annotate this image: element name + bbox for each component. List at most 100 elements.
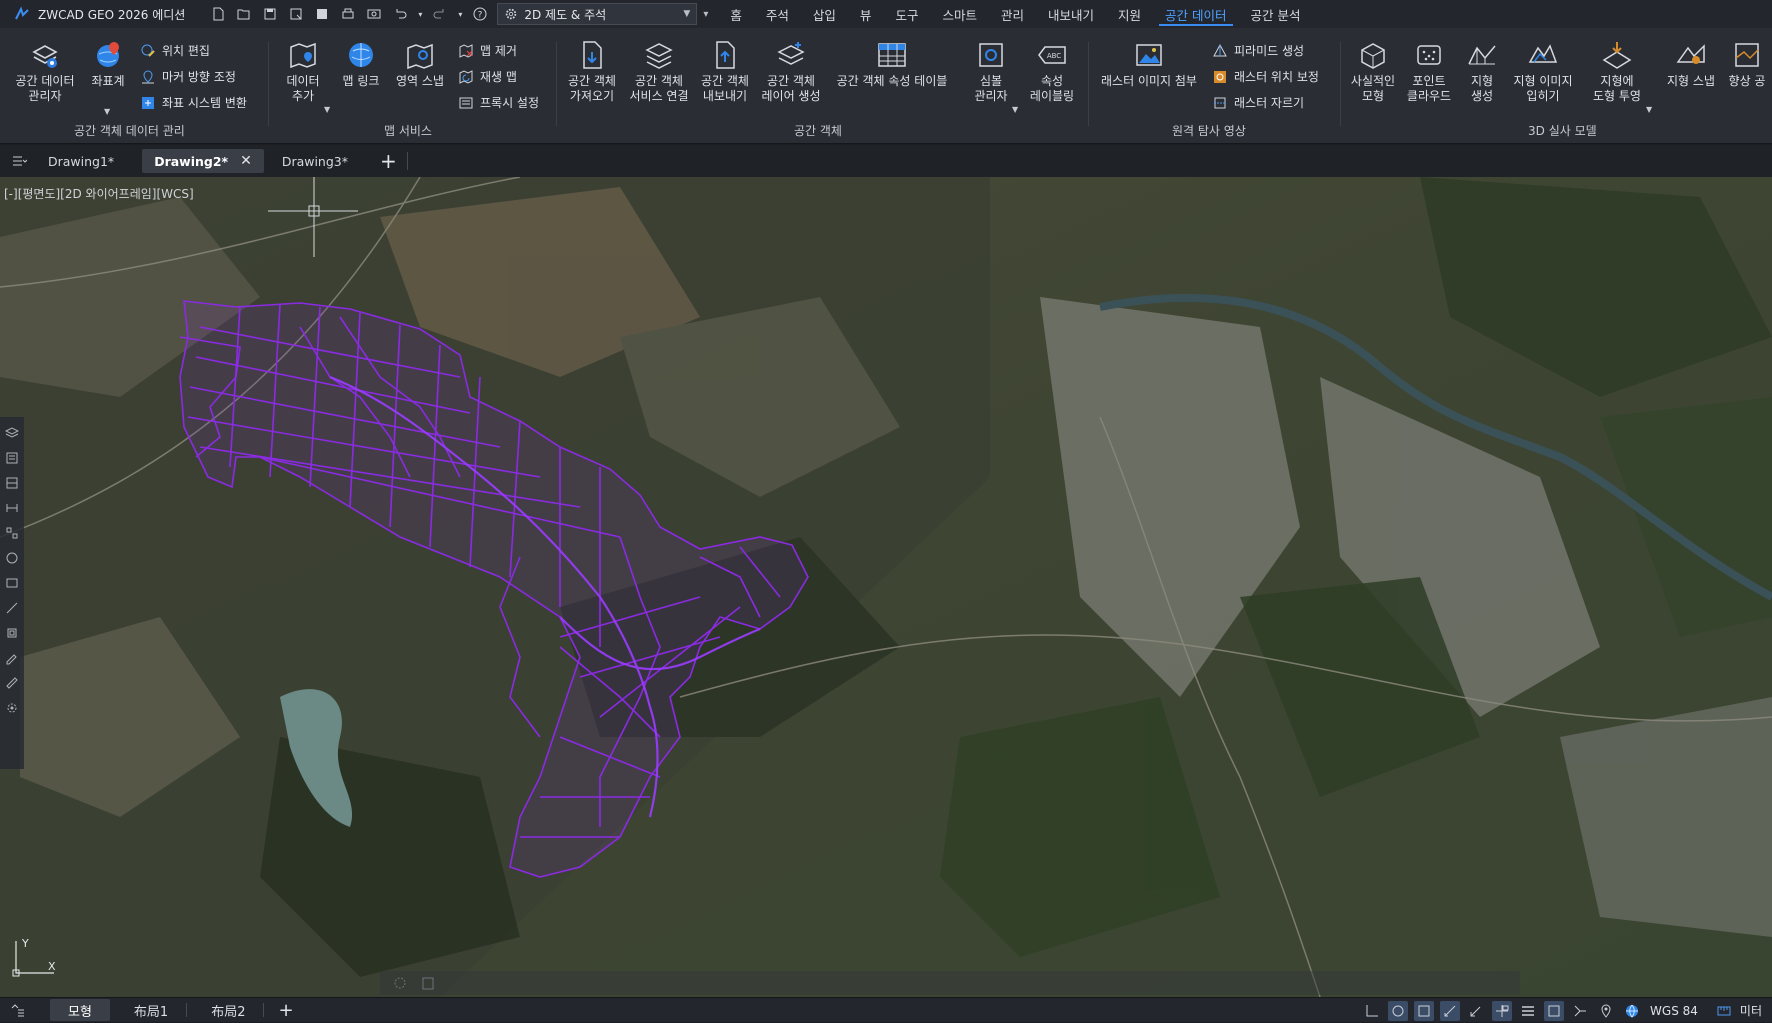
project-to-terrain-button[interactable]: 지형에 도형 투영 ▼ bbox=[1584, 38, 1652, 114]
document-tab-drawing2[interactable]: Drawing2* ✕ bbox=[142, 149, 264, 173]
ucs-x-label: X bbox=[48, 960, 56, 973]
region-snap-button[interactable]: 영역 스냅 bbox=[392, 38, 448, 89]
properties-icon[interactable] bbox=[4, 450, 20, 466]
export-file-icon bbox=[708, 38, 742, 72]
crs-transform-button[interactable]: 좌표 시스템 변환 bbox=[140, 94, 247, 111]
tool-palette-icon[interactable] bbox=[4, 550, 20, 566]
attach-raster-button[interactable]: 래스터 이미지 첨부 bbox=[1096, 38, 1202, 89]
lineweight-icon[interactable] bbox=[1518, 1001, 1538, 1021]
settings-icon[interactable] bbox=[392, 975, 408, 991]
attribute-labeling-button[interactable]: ABC 속성 레이블링 bbox=[1024, 38, 1080, 104]
tab-smart[interactable]: 스마트 bbox=[930, 0, 989, 28]
terrain-create-button[interactable]: 지형 생성 bbox=[1460, 38, 1504, 104]
tab-tools[interactable]: 도구 bbox=[883, 0, 930, 28]
map-link-button[interactable]: 맵 링크 bbox=[336, 38, 386, 89]
xref-icon[interactable] bbox=[4, 625, 20, 641]
tab-manage[interactable]: 관리 bbox=[989, 0, 1036, 28]
document-tab-drawing1[interactable]: Drawing1* bbox=[36, 149, 126, 173]
dimension-icon[interactable] bbox=[4, 500, 20, 516]
help-icon[interactable]: ? bbox=[469, 3, 491, 25]
marker-direction-button[interactable]: 마커 방향 조정 bbox=[140, 68, 236, 85]
edit-location-button[interactable]: 위치 편집 bbox=[140, 42, 210, 59]
map-remove-button[interactable]: 맵 제거 bbox=[458, 42, 517, 59]
tab-spatial-analysis[interactable]: 공간 분석 bbox=[1239, 0, 1313, 28]
clipboard-icon[interactable] bbox=[420, 975, 436, 991]
tab-annotate[interactable]: 주석 bbox=[754, 0, 801, 28]
spatial-data-manager-button[interactable]: 공간 데이터 관리자 bbox=[8, 38, 82, 104]
ortho-icon[interactable] bbox=[1362, 1001, 1382, 1021]
transparency-icon[interactable] bbox=[1544, 1000, 1565, 1021]
layout-tab-layout2[interactable]: 布局2 bbox=[193, 999, 263, 1021]
object-tracking-icon[interactable] bbox=[1440, 1000, 1461, 1021]
globe-icon[interactable] bbox=[1622, 1001, 1642, 1021]
layout-tab-layout1[interactable]: 布局1 bbox=[116, 999, 186, 1021]
realistic-model-button[interactable]: 사실적인 모형 bbox=[1346, 38, 1400, 104]
selection-cycling-icon[interactable] bbox=[1570, 1001, 1590, 1021]
coordinate-system-label[interactable]: WGS 84 bbox=[1650, 1004, 1698, 1018]
add-data-button[interactable]: 데이터 추가 ▼ bbox=[278, 38, 330, 114]
improve-space-button[interactable]: 향상 공 ▼ bbox=[1724, 38, 1770, 89]
measure-icon[interactable] bbox=[4, 600, 20, 616]
polar-tracking-icon[interactable] bbox=[1388, 1000, 1409, 1021]
units-label[interactable]: 미터 bbox=[1740, 1002, 1762, 1019]
tab-view[interactable]: 뷰 bbox=[848, 0, 884, 28]
tab-home[interactable]: 홈 bbox=[718, 0, 754, 28]
new-layout-button[interactable]: + bbox=[278, 1000, 293, 1021]
drawing-canvas[interactable]: [-][평면도][2D 와이어프레임][WCS] Y X bbox=[0, 177, 1772, 997]
tab-spatial-data[interactable]: 공간 데이터 bbox=[1153, 0, 1238, 28]
open-folder-icon[interactable] bbox=[233, 3, 255, 25]
spatial-object-service-button[interactable]: 공간 객체 서비스 연결 bbox=[626, 38, 692, 104]
layout-list-icon[interactable] bbox=[10, 1002, 30, 1018]
save-as-icon[interactable] bbox=[285, 3, 307, 25]
tab-support[interactable]: 지원 bbox=[1106, 0, 1153, 28]
dynamic-input-icon[interactable] bbox=[1492, 1000, 1513, 1021]
units-icon[interactable] bbox=[1714, 1001, 1734, 1021]
regen-map-button[interactable]: 재생 맵 bbox=[458, 68, 517, 85]
dynamic-ucs-icon[interactable] bbox=[1466, 1001, 1486, 1021]
tab-export[interactable]: 내보내기 bbox=[1036, 0, 1106, 28]
terrain-drape-button[interactable]: 지형 이미지 입히기 bbox=[1506, 38, 1580, 104]
document-tab-drawing3[interactable]: Drawing3* bbox=[270, 149, 360, 173]
block-icon[interactable] bbox=[4, 475, 20, 491]
undo-icon[interactable] bbox=[389, 3, 411, 25]
settings-icon[interactable] bbox=[4, 700, 20, 716]
redo-icon[interactable] bbox=[429, 3, 451, 25]
save-icon[interactable] bbox=[259, 3, 281, 25]
object-snap-icon[interactable] bbox=[1414, 1000, 1435, 1021]
group-label-3d-model: 3D 실사 모델 bbox=[1528, 124, 1597, 138]
new-tab-button[interactable]: + bbox=[380, 149, 397, 173]
plot-preview-icon[interactable] bbox=[363, 3, 385, 25]
coordinate-system-button[interactable]: 좌표계 ▼ bbox=[84, 38, 132, 116]
customize-toolbar-icon[interactable]: ▾ bbox=[703, 9, 708, 20]
markup-icon[interactable] bbox=[4, 650, 20, 666]
new-file-icon[interactable] bbox=[207, 3, 229, 25]
undo-dropdown-icon[interactable]: ▾ bbox=[415, 3, 425, 25]
viewport-controls-label[interactable]: [-][평면도][2D 와이어프레임][WCS] bbox=[4, 185, 194, 202]
point-cloud-button[interactable]: 포인트 클라우드 bbox=[1402, 38, 1456, 104]
design-center-icon[interactable] bbox=[4, 525, 20, 541]
ruler-icon[interactable] bbox=[4, 675, 20, 691]
chevron-down-icon: ▼ bbox=[1012, 105, 1019, 114]
location-pin-icon[interactable] bbox=[1596, 1001, 1616, 1021]
redo-dropdown-icon[interactable]: ▾ bbox=[455, 3, 465, 25]
layout-tab-model[interactable]: 모형 bbox=[50, 999, 110, 1021]
spatial-object-layer-create-button[interactable]: 공간 객체 레이어 생성 bbox=[758, 38, 824, 104]
document-list-icon[interactable] bbox=[8, 150, 30, 172]
sheet-set-icon[interactable] bbox=[4, 575, 20, 591]
layers-icon[interactable] bbox=[4, 425, 20, 441]
spatial-object-export-button[interactable]: 공간 객체 내보내기 bbox=[694, 38, 756, 104]
raster-clip-button[interactable]: 래스터 자르기 bbox=[1212, 94, 1304, 111]
attribute-table-button[interactable]: 공간 객체 속성 테이블 bbox=[830, 38, 954, 89]
horizontal-scrollbar[interactable] bbox=[380, 971, 1520, 995]
close-icon[interactable]: ✕ bbox=[240, 153, 252, 169]
pyramid-create-button[interactable]: 피라미드 생성 bbox=[1212, 42, 1304, 59]
spatial-object-import-button[interactable]: 공간 객체 가져오기 bbox=[562, 38, 622, 104]
tab-insert[interactable]: 삽입 bbox=[801, 0, 848, 28]
raster-georef-button[interactable]: 래스터 위치 보정 bbox=[1212, 68, 1319, 85]
terrain-snap-button[interactable]: 지형 스냅 bbox=[1660, 38, 1722, 89]
print-icon[interactable] bbox=[337, 3, 359, 25]
save-all-icon[interactable] bbox=[311, 3, 333, 25]
symbol-manager-button[interactable]: 심볼 관리자 ▼ bbox=[966, 38, 1018, 114]
proxy-settings-button[interactable]: 프록시 설정 bbox=[458, 94, 539, 111]
workspace-selector[interactable]: 2D 제도 & 주석 ▼ bbox=[497, 3, 698, 25]
